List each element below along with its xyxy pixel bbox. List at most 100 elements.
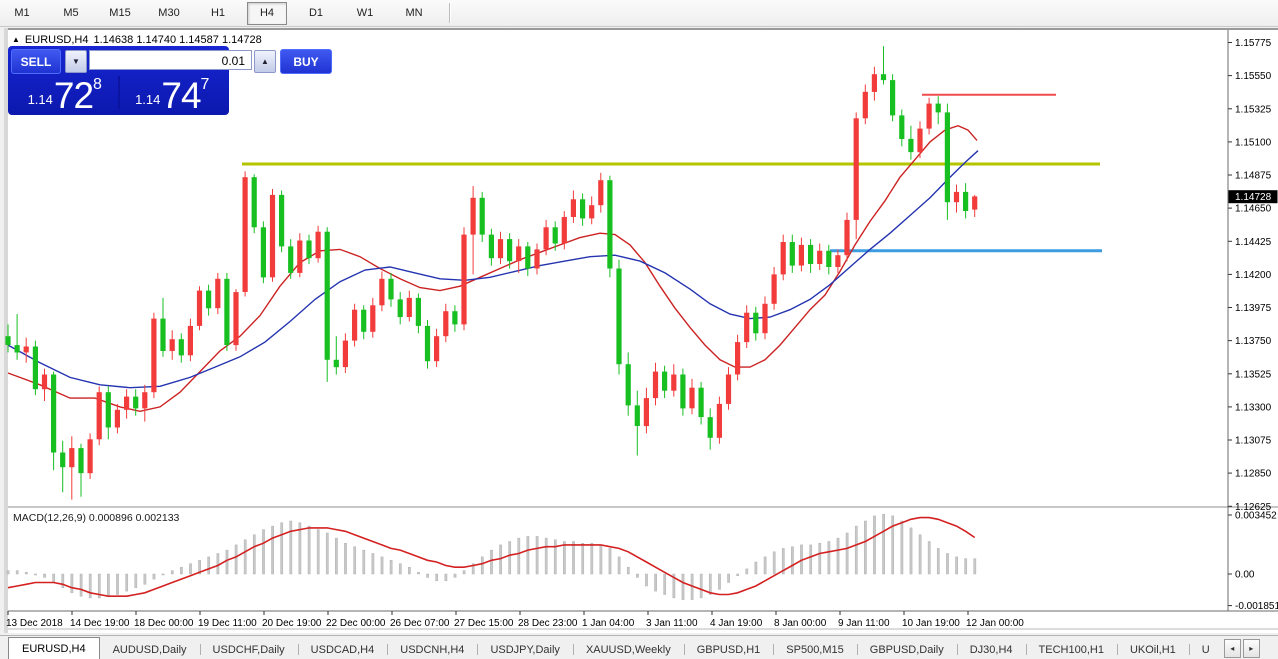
chart-tab-xauusd-weekly[interactable]: XAUUSD,Weekly <box>573 640 684 659</box>
tab-scroll-right-button[interactable]: ▸ <box>1243 639 1260 658</box>
candle-body <box>115 410 120 428</box>
candle-body <box>917 129 922 153</box>
chart-tab-tech100-h1[interactable]: TECH100,H1 <box>1026 640 1117 659</box>
macd-histogram-bar <box>171 571 173 574</box>
price-axis-label: 1.13075 <box>1235 436 1272 447</box>
candle-body <box>571 199 576 217</box>
candle-body <box>215 279 220 308</box>
macd-histogram-bar <box>901 521 903 574</box>
candle-body <box>142 392 147 408</box>
time-axis-label: 12 Jan 00:00 <box>966 618 1024 629</box>
timeframe-button-h4[interactable]: H4 <box>247 2 287 25</box>
timeframe-button-m1[interactable]: M1 <box>2 2 42 25</box>
macd-histogram-bar <box>828 542 830 575</box>
candle-body <box>78 448 83 473</box>
candle-body <box>854 118 859 220</box>
price-axis-label: 1.15325 <box>1235 104 1272 115</box>
candle-body <box>844 220 849 255</box>
chart-tab-eurusd-h4[interactable]: EURUSD,H4 <box>8 637 100 659</box>
chart-ohlc-values: 1.14638 1.14740 1.14587 1.14728 <box>94 34 262 46</box>
candle-body <box>97 392 102 439</box>
chart-tab-usdchf-daily[interactable]: USDCHF,Daily <box>200 640 298 659</box>
candle-body <box>343 341 348 368</box>
macd-histogram-bar <box>946 554 948 575</box>
time-axis-label: 1 Jan 04:00 <box>582 618 635 629</box>
time-axis-label: 3 Jan 11:00 <box>646 618 698 629</box>
macd-histogram-bar <box>572 542 574 575</box>
chart-tab-u[interactable]: U <box>1189 640 1223 659</box>
sell-price-fraction: 8 <box>93 76 102 94</box>
price-chart-canvas[interactable]: 1.157751.155501.153251.151001.148751.146… <box>0 27 1278 635</box>
candle-body <box>270 195 275 277</box>
tab-separator <box>857 644 858 655</box>
timeframe-button-h1[interactable]: H1 <box>198 2 238 25</box>
macd-histogram-bar <box>846 533 848 574</box>
buy-price-base: 1.14 <box>135 92 160 107</box>
macd-histogram-bar <box>308 526 310 574</box>
macd-histogram-bar <box>153 574 155 579</box>
timeframe-button-d1[interactable]: D1 <box>296 2 336 25</box>
lot-increase-button[interactable]: ▲ <box>254 50 276 73</box>
macd-signal-value: 0.002133 <box>136 512 180 524</box>
macd-histogram-bar <box>837 538 839 574</box>
timeframe-button-m30[interactable]: M30 <box>149 2 189 25</box>
macd-histogram-bar <box>582 543 584 574</box>
lot-size-input[interactable] <box>89 50 252 70</box>
macd-value: 0.000896 <box>89 512 133 524</box>
candle-body <box>699 388 704 417</box>
price-divider <box>118 76 120 109</box>
chart-tab-usdcnh-h4[interactable]: USDCNH,H4 <box>387 640 477 659</box>
macd-histogram-bar <box>645 574 647 586</box>
timeframe-button-w1[interactable]: W1 <box>345 2 385 25</box>
macd-histogram-bar <box>609 548 611 574</box>
price-axis-label: 1.15775 <box>1235 38 1272 49</box>
candle-body <box>808 245 813 264</box>
macd-histogram-bar <box>235 545 237 574</box>
macd-histogram-bar <box>956 557 958 574</box>
candle-body <box>626 364 631 405</box>
macd-histogram-bar <box>244 540 246 574</box>
macd-histogram-bar <box>554 540 556 574</box>
macd-histogram-bar <box>135 574 137 588</box>
lot-decrease-button[interactable]: ▼ <box>65 50 87 73</box>
macd-histogram-bar <box>600 545 602 574</box>
buy-price-display[interactable]: 1.14 74 7 <box>119 74 227 111</box>
chart-tab-sp500-m15[interactable]: SP500,M15 <box>773 640 856 659</box>
price-axis-label: 1.13750 <box>1235 336 1272 347</box>
one-click-trading-panel: SELL ▼ ▲ BUY 1.14 72 8 1.14 74 7 <box>8 46 229 115</box>
candle-body <box>817 251 822 264</box>
chart-tab-ukoil-h1[interactable]: UKOil,H1 <box>1117 640 1189 659</box>
chart-tab-audusd-daily[interactable]: AUDUSD,Daily <box>100 640 200 659</box>
timeframe-button-mn[interactable]: MN <box>394 2 434 25</box>
macd-histogram-bar <box>144 574 146 584</box>
chart-tab-gbpusd-daily[interactable]: GBPUSD,Daily <box>857 640 957 659</box>
collapse-triangle-icon[interactable]: ▲ <box>12 36 20 44</box>
chart-tab-usdcad-h4[interactable]: USDCAD,H4 <box>298 640 388 659</box>
candle-body <box>963 192 968 211</box>
price-axis-label: 1.14200 <box>1235 270 1272 281</box>
chart-tab-usdjpy-daily[interactable]: USDJPY,Daily <box>477 640 573 659</box>
candle-body <box>60 453 65 468</box>
candle-body <box>416 298 421 326</box>
buy-button[interactable]: BUY <box>280 49 332 74</box>
candle-body <box>589 205 594 218</box>
sell-button[interactable]: SELL <box>11 49 61 74</box>
sell-price-display[interactable]: 1.14 72 8 <box>11 74 119 111</box>
tab-scroll-left-button[interactable]: ◂ <box>1224 639 1241 658</box>
macd-histogram-bar <box>208 557 210 574</box>
candle-body <box>398 299 403 317</box>
chart-tab-gbpusd-h1[interactable]: GBPUSD,H1 <box>684 640 774 659</box>
timeframe-button-m5[interactable]: M5 <box>51 2 91 25</box>
candle-body <box>507 239 512 261</box>
mt4-window: M1M5M15M30H1H4D1W1MN 1.157751.155501.153… <box>0 0 1278 659</box>
macd-axis-label: -0.001851 <box>1235 601 1278 612</box>
macd-histogram-bar <box>527 536 529 574</box>
time-axis-label: 4 Jan 19:00 <box>710 618 763 629</box>
time-axis-label: 27 Dec 15:00 <box>454 618 514 629</box>
candle-body <box>179 339 184 355</box>
chart-tab-bar: EURUSD,H4AUDUSD,DailyUSDCHF,DailyUSDCAD,… <box>0 635 1278 659</box>
timeframe-button-m15[interactable]: M15 <box>100 2 140 25</box>
tab-separator <box>573 644 574 655</box>
chart-tab-dj30-h4[interactable]: DJ30,H4 <box>957 640 1026 659</box>
candle-body <box>635 405 640 426</box>
